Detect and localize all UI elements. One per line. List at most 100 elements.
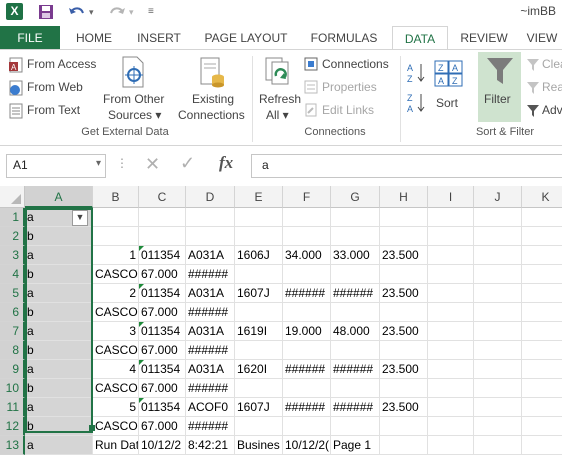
cell-i4[interactable] bbox=[428, 265, 474, 284]
cell-h6[interactable] bbox=[380, 303, 428, 322]
save-icon[interactable] bbox=[38, 2, 54, 22]
redo-dropdown-icon[interactable]: ▾ bbox=[129, 2, 134, 22]
cell-j5[interactable] bbox=[474, 284, 522, 303]
cell-d12[interactable]: ###### bbox=[186, 417, 235, 436]
cell-e5[interactable]: 1607J bbox=[235, 284, 283, 303]
name-box-dropdown-icon[interactable]: ▾ bbox=[96, 158, 101, 169]
cell-d7[interactable]: A031A bbox=[186, 322, 235, 341]
cell-k12[interactable] bbox=[522, 417, 562, 436]
row-header-11[interactable]: 11 bbox=[0, 398, 25, 417]
cell-b2[interactable] bbox=[93, 227, 139, 246]
cell-e9[interactable]: 1620I bbox=[235, 360, 283, 379]
cell-k9[interactable] bbox=[522, 360, 562, 379]
cell-f10[interactable] bbox=[283, 379, 331, 398]
cell-a6[interactable]: b bbox=[25, 303, 93, 322]
cell-c11[interactable]: 011354 bbox=[139, 398, 186, 417]
customize-icon[interactable]: ≡ bbox=[148, 2, 154, 22]
cell-j2[interactable] bbox=[474, 227, 522, 246]
cell-b13[interactable]: Run Dat bbox=[93, 436, 139, 455]
cell-c6[interactable]: 67.000 bbox=[139, 303, 186, 322]
cell-j8[interactable] bbox=[474, 341, 522, 360]
cell-a7[interactable]: a bbox=[25, 322, 93, 341]
cell-e6[interactable] bbox=[235, 303, 283, 322]
cell-j11[interactable] bbox=[474, 398, 522, 417]
cell-a10[interactable]: b bbox=[25, 379, 93, 398]
cell-b1[interactable] bbox=[93, 208, 139, 227]
cell-k13[interactable] bbox=[522, 436, 562, 455]
cell-b12[interactable]: CASCONE'S SA bbox=[93, 417, 139, 436]
cell-e2[interactable] bbox=[235, 227, 283, 246]
cell-i11[interactable] bbox=[428, 398, 474, 417]
cell-g13[interactable]: Page 1 bbox=[331, 436, 380, 455]
cell-d5[interactable]: A031A bbox=[186, 284, 235, 303]
cell-g4[interactable] bbox=[331, 265, 380, 284]
cell-f1[interactable] bbox=[283, 208, 331, 227]
cell-a9[interactable]: a bbox=[25, 360, 93, 379]
sort-z-to-a-button[interactable]: ZA bbox=[406, 92, 426, 117]
row-header-12[interactable]: 12 bbox=[0, 417, 25, 436]
tab-view[interactable]: VIEW bbox=[522, 26, 562, 50]
cell-f9[interactable]: ###### bbox=[283, 360, 331, 379]
cell-k8[interactable] bbox=[522, 341, 562, 360]
cell-g6[interactable] bbox=[331, 303, 380, 322]
cell-d10[interactable]: ###### bbox=[186, 379, 235, 398]
cell-j10[interactable] bbox=[474, 379, 522, 398]
cell-f12[interactable] bbox=[283, 417, 331, 436]
cell-i7[interactable] bbox=[428, 322, 474, 341]
cell-d6[interactable]: ###### bbox=[186, 303, 235, 322]
cell-e3[interactable]: 1606J bbox=[235, 246, 283, 265]
cell-b5[interactable]: 2 bbox=[93, 284, 139, 303]
cell-f6[interactable] bbox=[283, 303, 331, 322]
column-header-d[interactable]: D bbox=[186, 186, 235, 208]
row-header-8[interactable]: 8 bbox=[0, 341, 25, 360]
cell-g8[interactable] bbox=[331, 341, 380, 360]
column-header-f[interactable]: F bbox=[283, 186, 331, 208]
cell-e13[interactable]: Busines bbox=[235, 436, 283, 455]
cell-f3[interactable]: 34.000 bbox=[283, 246, 331, 265]
column-header-g[interactable]: G bbox=[331, 186, 380, 208]
cell-j3[interactable] bbox=[474, 246, 522, 265]
cell-a11[interactable]: a bbox=[25, 398, 93, 417]
cell-i5[interactable] bbox=[428, 284, 474, 303]
cell-c2[interactable] bbox=[139, 227, 186, 246]
row-header-6[interactable]: 6 bbox=[0, 303, 25, 322]
cell-k2[interactable] bbox=[522, 227, 562, 246]
cell-f13[interactable]: 10/12/2( bbox=[283, 436, 331, 455]
tab-data[interactable]: DATA bbox=[392, 26, 448, 51]
cell-k11[interactable] bbox=[522, 398, 562, 417]
cell-c7[interactable]: 011354 bbox=[139, 322, 186, 341]
cell-b8[interactable]: CASCONE'S SA bbox=[93, 341, 139, 360]
cell-d8[interactable]: ###### bbox=[186, 341, 235, 360]
tab-page-layout[interactable]: PAGE LAYOUT bbox=[196, 26, 296, 50]
cell-h9[interactable]: 23.500 bbox=[380, 360, 428, 379]
cell-e11[interactable]: 1607J bbox=[235, 398, 283, 417]
cell-d9[interactable]: A031A bbox=[186, 360, 235, 379]
cell-k5[interactable] bbox=[522, 284, 562, 303]
cell-d13[interactable]: 8:42:21 bbox=[186, 436, 235, 455]
cell-f4[interactable] bbox=[283, 265, 331, 284]
row-header-9[interactable]: 9 bbox=[0, 360, 25, 379]
cell-e10[interactable] bbox=[235, 379, 283, 398]
cell-i10[interactable] bbox=[428, 379, 474, 398]
cell-f5[interactable]: ###### bbox=[283, 284, 331, 303]
cell-f11[interactable]: ###### bbox=[283, 398, 331, 417]
row-header-1[interactable]: 1 bbox=[0, 208, 25, 227]
tab-insert[interactable]: INSERT bbox=[128, 26, 190, 50]
cell-d4[interactable]: ###### bbox=[186, 265, 235, 284]
cell-a2[interactable]: b bbox=[25, 227, 93, 246]
cell-h2[interactable] bbox=[380, 227, 428, 246]
cell-j9[interactable] bbox=[474, 360, 522, 379]
cell-c5[interactable]: 011354 bbox=[139, 284, 186, 303]
cell-a8[interactable]: b bbox=[25, 341, 93, 360]
cell-a12[interactable]: b bbox=[25, 417, 93, 436]
row-header-7[interactable]: 7 bbox=[0, 322, 25, 341]
cell-h13[interactable] bbox=[380, 436, 428, 455]
row-header-2[interactable]: 2 bbox=[0, 227, 25, 246]
cell-k1[interactable] bbox=[522, 208, 562, 227]
tab-file[interactable]: FILE bbox=[0, 26, 60, 50]
cell-f2[interactable] bbox=[283, 227, 331, 246]
worksheet-grid[interactable]: ABCDEFGHIJK 1 2 3 4 5 6 7 8 9 10 11 12 13 a b a 1 011354… bbox=[0, 186, 562, 455]
cell-g1[interactable] bbox=[331, 208, 380, 227]
formula-input[interactable]: a bbox=[251, 154, 562, 178]
cell-h8[interactable] bbox=[380, 341, 428, 360]
